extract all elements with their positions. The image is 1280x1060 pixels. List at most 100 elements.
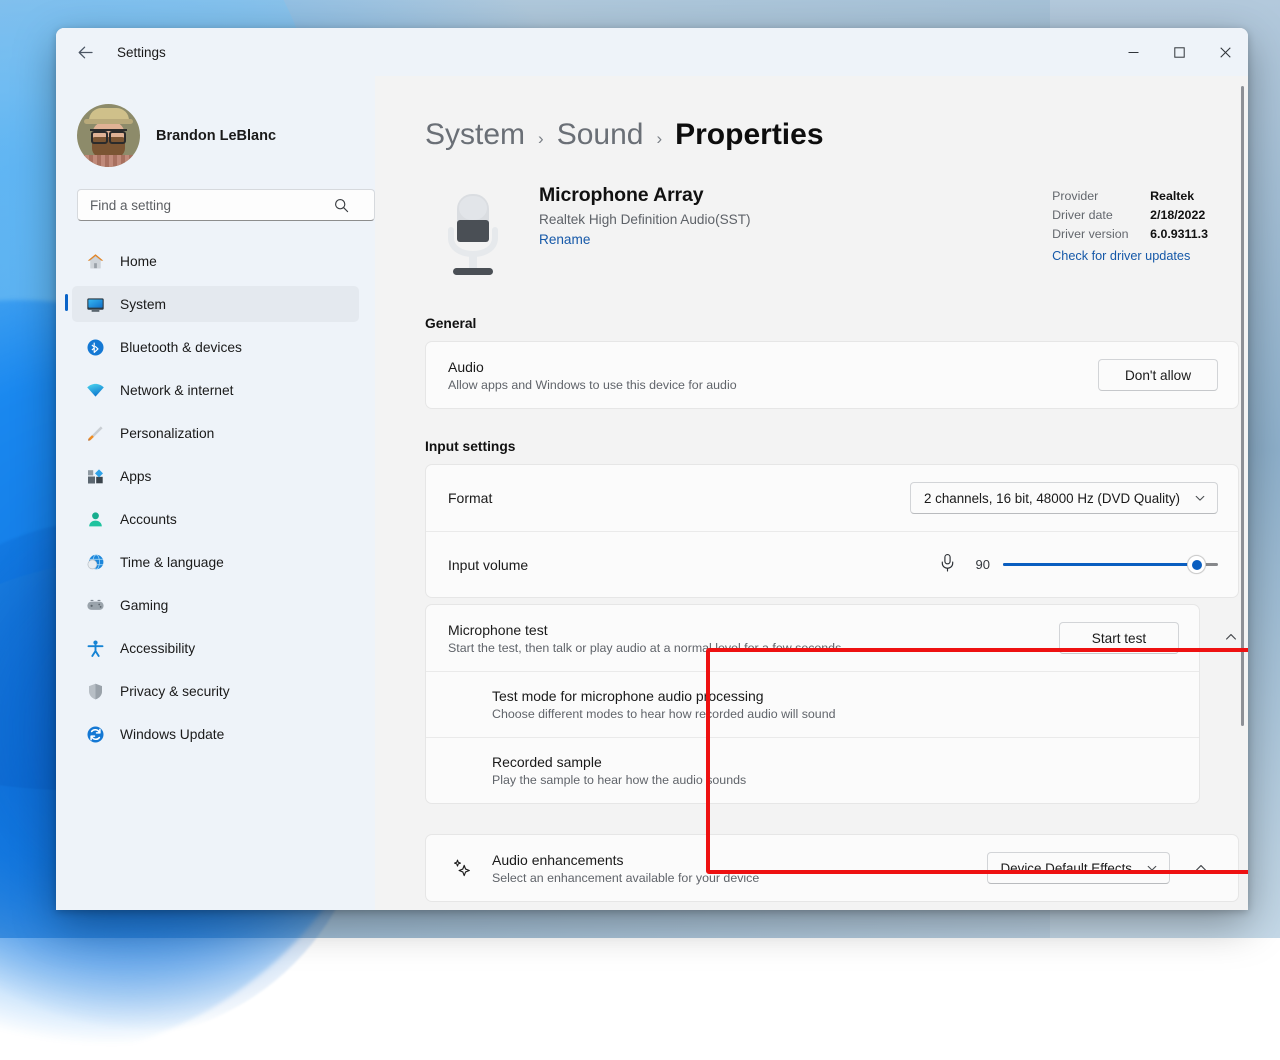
microphone-test-row-title: Microphone test	[448, 622, 1059, 638]
audio-row: Audio Allow apps and Windows to use this…	[426, 342, 1238, 408]
display-icon	[85, 294, 105, 314]
breadcrumb-sound[interactable]: Sound	[557, 118, 644, 152]
accessibility-icon	[85, 638, 105, 658]
microphone-test-row: Microphone test Start the test, then tal…	[426, 605, 1199, 671]
sidebar-item-label: Accounts	[120, 512, 177, 527]
person-icon	[85, 509, 105, 529]
chevron-down-icon	[1146, 862, 1158, 874]
sidebar-item-label: System	[120, 297, 166, 312]
sidebar-item-personalization[interactable]: Personalization	[72, 415, 359, 451]
close-button[interactable]	[1202, 28, 1248, 76]
sidebar-item-system[interactable]: System	[72, 286, 359, 322]
sidebar-item-bluetooth-devices[interactable]: Bluetooth & devices	[72, 329, 359, 365]
chevron-right-icon: ›	[538, 129, 544, 149]
input-volume-control: 90	[939, 553, 1218, 577]
sidebar-item-label: Windows Update	[120, 727, 224, 742]
audio-enhancements-subtitle: Select an enhancement available for your…	[492, 871, 987, 885]
sidebar-nav: Home	[72, 243, 359, 759]
recorded-sample-row-subtitle: Play the sample to hear how the audio so…	[492, 773, 1179, 787]
audio-enhancements-title: Audio enhancements	[492, 852, 987, 868]
sidebar-item-privacy-security[interactable]: Privacy & security	[72, 673, 359, 709]
driver-info-value: 6.0.9311.3	[1150, 225, 1208, 244]
sidebar-item-label: Bluetooth & devices	[120, 340, 242, 355]
profile-name: Brandon LeBlanc	[156, 128, 276, 144]
page-title: Properties	[675, 118, 823, 152]
audio-enhancements-expander[interactable]	[1184, 851, 1218, 885]
driver-info-table: Provider Realtek Driver date 2/18/2022 D…	[1052, 187, 1208, 286]
search-icon[interactable]	[329, 193, 353, 217]
window-controls	[1110, 28, 1248, 76]
device-header: Microphone Array Realtek High Definition…	[425, 184, 1248, 286]
shield-icon	[85, 681, 105, 701]
user-profile[interactable]: Brandon LeBlanc	[77, 104, 359, 167]
format-combobox[interactable]: 2 channels, 16 bit, 48000 Hz (DVD Qualit…	[910, 482, 1218, 514]
sidebar-item-apps[interactable]: Apps	[72, 458, 359, 494]
sidebar-item-label: Time & language	[120, 555, 224, 570]
test-mode-row: Test mode for microphone audio processin…	[426, 671, 1199, 737]
sidebar-item-windows-update[interactable]: Windows Update	[72, 716, 359, 752]
wifi-icon	[85, 380, 105, 400]
dont-allow-button[interactable]: Don't allow	[1098, 359, 1218, 391]
driver-info-row: Driver date 2/18/2022	[1052, 206, 1208, 225]
audio-enhancements-combobox[interactable]: Device Default Effects	[987, 852, 1171, 884]
search-box	[77, 189, 359, 221]
device-subtitle: Realtek High Definition Audio(SST)	[539, 212, 1052, 227]
sidebar-item-label: Home	[120, 254, 157, 269]
general-card: Audio Allow apps and Windows to use this…	[425, 341, 1239, 409]
clock-globe-icon	[85, 552, 105, 572]
content-area: System › Sound › Properties	[375, 76, 1248, 910]
chevron-down-icon	[1194, 492, 1206, 504]
input-settings-section-title: Input settings	[425, 439, 1248, 454]
sparkle-icon	[448, 857, 474, 880]
rename-link[interactable]: Rename	[539, 232, 590, 247]
check-driver-updates-link[interactable]: Check for driver updates	[1052, 249, 1208, 263]
back-button[interactable]	[68, 35, 102, 69]
driver-info-value: 2/18/2022	[1150, 206, 1205, 225]
breadcrumb-system[interactable]: System	[425, 118, 525, 152]
slider-thumb[interactable]	[1187, 555, 1206, 574]
home-icon	[85, 251, 105, 271]
sidebar: Brandon LeBlanc	[56, 76, 375, 910]
driver-info-value: Realtek	[1150, 187, 1194, 206]
maximize-button[interactable]	[1156, 28, 1202, 76]
settings-window: Settings	[56, 28, 1248, 910]
app-title: Settings	[117, 45, 166, 60]
minimize-button[interactable]	[1110, 28, 1156, 76]
audio-enhancements-combobox-value: Device Default Effects	[1001, 861, 1133, 876]
recorded-sample-row: Recorded sample Play the sample to hear …	[426, 737, 1199, 803]
microphone-icon	[939, 553, 956, 577]
driver-info-key: Driver version	[1052, 225, 1140, 244]
sidebar-item-accessibility[interactable]: Accessibility	[72, 630, 359, 666]
format-combobox-value: 2 channels, 16 bit, 48000 Hz (DVD Qualit…	[924, 491, 1180, 506]
audio-row-subtitle: Allow apps and Windows to use this devic…	[448, 378, 1098, 392]
driver-info-key: Provider	[1052, 187, 1140, 206]
sidebar-item-label: Accessibility	[120, 641, 195, 656]
sidebar-item-accounts[interactable]: Accounts	[72, 501, 359, 537]
sidebar-item-label: Privacy & security	[120, 684, 230, 699]
audio-enhancements-row: Audio enhancements Select an enhancement…	[426, 835, 1238, 901]
sidebar-item-label: Personalization	[120, 426, 214, 441]
content-scrollbar[interactable]	[1241, 86, 1244, 726]
start-test-button[interactable]: Start test	[1059, 622, 1179, 654]
driver-info-row: Provider Realtek	[1052, 187, 1208, 206]
gamepad-icon	[85, 595, 105, 615]
sidebar-item-label: Network & internet	[120, 383, 234, 398]
sidebar-item-gaming[interactable]: Gaming	[72, 587, 359, 623]
format-row-title: Format	[448, 490, 910, 506]
sidebar-item-label: Apps	[120, 469, 151, 484]
input-volume-slider[interactable]	[1003, 556, 1218, 574]
driver-info-key: Driver date	[1052, 206, 1140, 225]
format-row: Format 2 channels, 16 bit, 48000 Hz (DVD…	[426, 465, 1238, 531]
sidebar-item-label: Gaming	[120, 598, 168, 613]
sidebar-item-network-internet[interactable]: Network & internet	[72, 372, 359, 408]
audio-enhancements-card: Audio enhancements Select an enhancement…	[425, 834, 1239, 902]
device-name: Microphone Array	[539, 184, 1052, 207]
apps-icon	[85, 466, 105, 486]
title-bar: Settings	[56, 28, 1248, 76]
sidebar-item-home[interactable]: Home	[72, 243, 359, 279]
sidebar-item-time-language[interactable]: Time & language	[72, 544, 359, 580]
chevron-right-icon: ›	[656, 129, 662, 149]
general-section-title: General	[425, 316, 1248, 331]
paintbrush-icon	[85, 423, 105, 443]
input-volume-value: 90	[969, 557, 990, 572]
